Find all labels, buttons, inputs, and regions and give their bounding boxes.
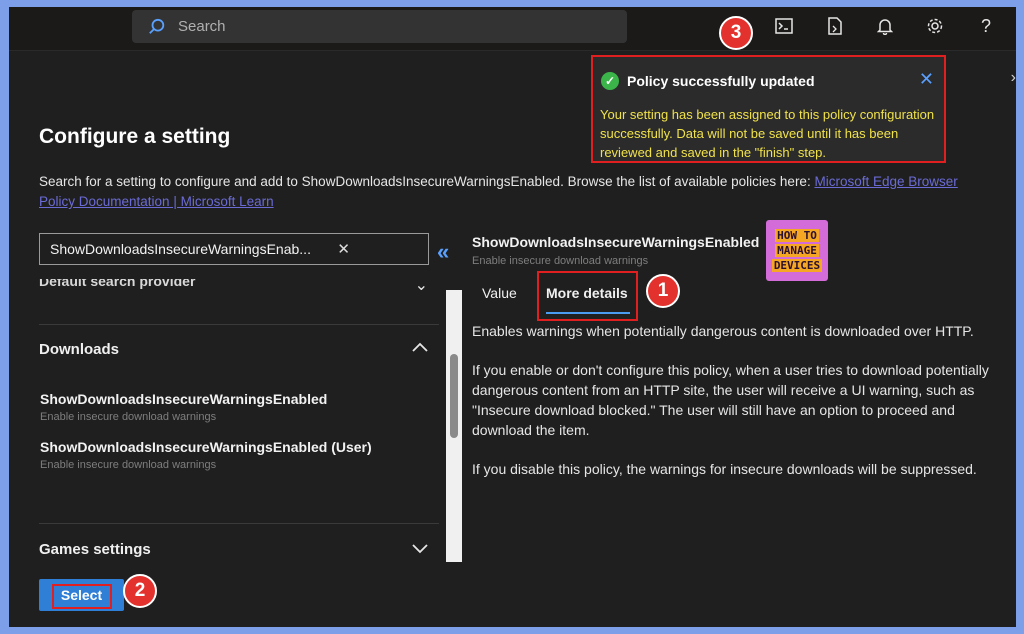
logo-line: DEVICES [771, 259, 823, 272]
global-search-input[interactable]: Search [132, 10, 627, 43]
terminal-icon[interactable] [773, 15, 795, 37]
collapse-panel-icon[interactable]: « [437, 239, 449, 265]
step-badge-2: 2 [123, 574, 157, 608]
list-item-title[interactable]: ShowDownloadsInsecureWarningsEnabled (Us… [40, 439, 372, 455]
setting-search-value: ShowDownloadsInsecureWarningsEnab... [50, 241, 311, 257]
detail-paragraph: If you disable this policy, the warnings… [472, 461, 977, 477]
detail-subtitle: Enable insecure download warnings [472, 255, 649, 267]
list-item-title[interactable]: ShowDownloadsInsecureWarningsEnabled [40, 391, 327, 407]
directory-icon[interactable] [824, 15, 846, 37]
highlight-box [52, 584, 112, 609]
app-window: Search ? › Configure a setting Search fo… [9, 7, 1016, 627]
section-games-settings[interactable]: Games settings [39, 541, 151, 558]
list-item-subtitle: Enable insecure download warnings [40, 459, 217, 471]
gear-icon[interactable] [924, 15, 946, 37]
list-item-subtitle: Enable insecure download warnings [40, 411, 217, 423]
search-icon [149, 18, 165, 34]
help-icon[interactable]: ? [975, 15, 997, 37]
page-description: Search for a setting to configure and ad… [39, 172, 989, 212]
chevron-down-icon[interactable]: ⌄ [415, 279, 428, 295]
tab-value[interactable]: Value [482, 285, 517, 301]
chevron-right-icon[interactable]: › [1011, 69, 1016, 87]
scrollbar-thumb[interactable] [450, 354, 458, 438]
page-title: Configure a setting [39, 125, 231, 148]
success-check-icon: ✓ [601, 72, 619, 90]
detail-title: ShowDownloadsInsecureWarningsEnabled [472, 234, 760, 250]
settings-list: Default search provider ⌄ Downloads Show… [9, 279, 446, 579]
how-to-manage-devices-logo: HOW TO MANAGE DEVICES [766, 220, 828, 281]
section-downloads[interactable]: Downloads [39, 341, 119, 358]
divider [39, 324, 439, 325]
description-text: Search for a setting to configure and ad… [39, 174, 811, 189]
bell-icon[interactable] [874, 15, 896, 37]
divider [39, 523, 439, 524]
toast-title: Policy successfully updated [627, 73, 815, 89]
logo-line: MANAGE [775, 244, 819, 257]
list-scrollbar[interactable] [446, 290, 462, 562]
clear-icon[interactable]: ✕ [337, 240, 350, 258]
search-placeholder: Search [178, 18, 226, 35]
toast-message: Your setting has been assigned to this p… [600, 107, 935, 160]
step-badge-3: 3 [719, 16, 753, 50]
detail-paragraph: Enables warnings when potentially danger… [472, 323, 974, 339]
highlight-box [537, 271, 638, 321]
detail-paragraph: If you enable or don't configure this po… [472, 362, 989, 438]
notification-toast: ✓ Policy successfully updated ✕ Your set… [591, 55, 946, 163]
step-badge-1: 1 [646, 274, 680, 308]
chevron-down-icon[interactable] [412, 541, 428, 559]
chevron-up-icon[interactable] [412, 339, 428, 357]
close-icon[interactable]: ✕ [919, 69, 934, 90]
setting-search-input[interactable]: ShowDownloadsInsecureWarningsEnab... ✕ [39, 233, 429, 265]
logo-line: HOW TO [775, 229, 819, 242]
list-item-partial[interactable]: Default search provider [39, 279, 195, 289]
top-bar: Search ? [9, 7, 1016, 51]
